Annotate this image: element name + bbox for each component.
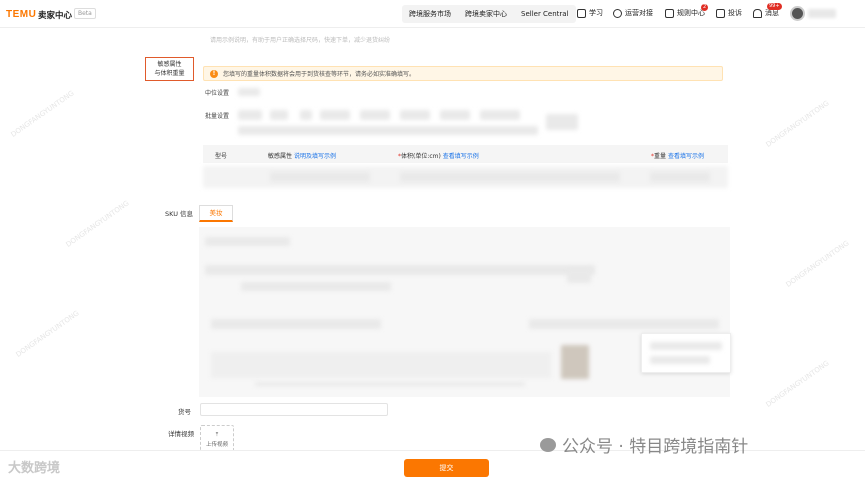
blurred-row: [529, 319, 719, 329]
tab-cross-border-seller[interactable]: 跨境卖家中心: [458, 5, 514, 23]
blurred-input[interactable]: [300, 110, 312, 120]
middle-setting-label: 中位设置: [205, 90, 230, 97]
sensitive-attr-label: 敏感属性 与体积重量: [145, 57, 194, 81]
blurred-text: [650, 356, 710, 364]
blurred-button[interactable]: [546, 114, 578, 130]
wechat-icon: [540, 437, 556, 452]
weight-example-link[interactable]: 查看填写示例: [668, 153, 704, 160]
scrollbar[interactable]: [255, 382, 525, 386]
bell-icon: [753, 8, 762, 18]
blurred-cell[interactable]: [650, 172, 710, 182]
blurred-input[interactable]: [270, 110, 288, 120]
submit-button[interactable]: 提交: [404, 459, 489, 477]
item-code-input[interactable]: [200, 403, 388, 416]
example-popup: [641, 333, 731, 373]
rules-badge: 2: [701, 4, 709, 11]
platform-tabs: 跨境服务市场 跨境卖家中心 Seller Central: [402, 5, 576, 23]
warning-icon: !: [210, 69, 218, 78]
tab-service-market[interactable]: 跨境服务市场: [402, 5, 458, 23]
edit-icon: [716, 8, 725, 18]
product-image[interactable]: [561, 345, 589, 379]
sku-info-label: SKU 信息: [165, 210, 194, 218]
watermark-text: DONGFANGYUNTONG: [764, 99, 831, 149]
blurred-cell[interactable]: [270, 172, 370, 182]
blurred-row: [205, 237, 290, 246]
nav-learn[interactable]: 学习: [577, 8, 603, 18]
temu-logo[interactable]: TEMU: [6, 9, 36, 20]
beta-badge: Beta: [74, 8, 96, 19]
seller-center-title: 卖家中心: [38, 11, 73, 21]
size-hint-text: 请用示例说明，有助于用户正确选择尺码，快速下单，减少退货纠纷: [210, 37, 391, 44]
blurred-row: [211, 352, 551, 378]
nav-operations[interactable]: 运营对接: [613, 8, 653, 18]
rules-icon: [665, 8, 674, 18]
blurred-input[interactable]: [360, 110, 390, 120]
col-weight: *重量 查看填写示例: [651, 153, 704, 160]
watermark-text: DONGFANGYUNTONG: [9, 89, 76, 139]
book-icon: [577, 8, 586, 18]
wechat-watermark: 公众号 · 特目跨境指南针: [540, 432, 748, 457]
blurred-row: [211, 319, 381, 329]
blurred-row: [238, 126, 538, 135]
blurred-cell[interactable]: [400, 172, 620, 182]
detail-video-label: 详情视频: [168, 430, 194, 438]
upload-icon: ⤒: [215, 432, 219, 438]
watermark-text: DONGFANGYUNTONG: [14, 309, 81, 359]
username[interactable]: [808, 9, 836, 18]
blurred-text: [650, 342, 722, 350]
sensitive-example-link[interactable]: 说明及填写示例: [294, 153, 336, 160]
watermark-text: DONGFANGYUNTONG: [784, 239, 851, 289]
col-volume: *体积(单位:cm) 查看填写示例: [398, 153, 479, 160]
blurred-row: [205, 265, 595, 275]
top-header: TEMU 卖家中心 Beta 跨境服务市场 跨境卖家中心 Seller Cent…: [0, 0, 865, 28]
batch-setting-label: 批量设置: [205, 113, 230, 120]
nav-rules[interactable]: 规则中心: [665, 8, 705, 18]
nav-complaint[interactable]: 投诉: [716, 8, 742, 18]
col-model: 型号: [215, 153, 228, 160]
blurred-value: [238, 88, 260, 96]
warning-banner: ! 您填写的重量体积数据将会用于到货核查等环节，请务必如实准确填写。: [203, 66, 723, 81]
sku-tab-beauty[interactable]: 美妆: [199, 205, 233, 222]
blurred-input[interactable]: [238, 110, 262, 120]
watermark-text: DONGFANGYUNTONG: [764, 359, 831, 409]
blurred-input[interactable]: [400, 110, 430, 120]
chat-icon: [613, 8, 622, 18]
col-sensitive: 敏感属性 说明及填写示例: [268, 153, 336, 160]
watermark-logo-text: 大数跨境: [8, 461, 61, 476]
tab-seller-central[interactable]: Seller Central: [514, 5, 576, 23]
volume-example-link[interactable]: 查看填写示例: [443, 153, 479, 160]
blurred-input[interactable]: [440, 110, 470, 120]
blurred-row: [241, 282, 391, 291]
avatar[interactable]: [790, 6, 805, 21]
item-code-label: 货号: [178, 408, 191, 416]
watermark-text: DONGFANGYUNTONG: [64, 199, 131, 249]
blurred-button[interactable]: [567, 269, 591, 283]
messages-badge: 99+: [767, 3, 782, 10]
spec-table-header: 型号 敏感属性 说明及填写示例 *体积(单位:cm) 查看填写示例 *重量 查看…: [203, 145, 728, 163]
blurred-input[interactable]: [320, 110, 350, 120]
blurred-input[interactable]: [480, 110, 520, 120]
